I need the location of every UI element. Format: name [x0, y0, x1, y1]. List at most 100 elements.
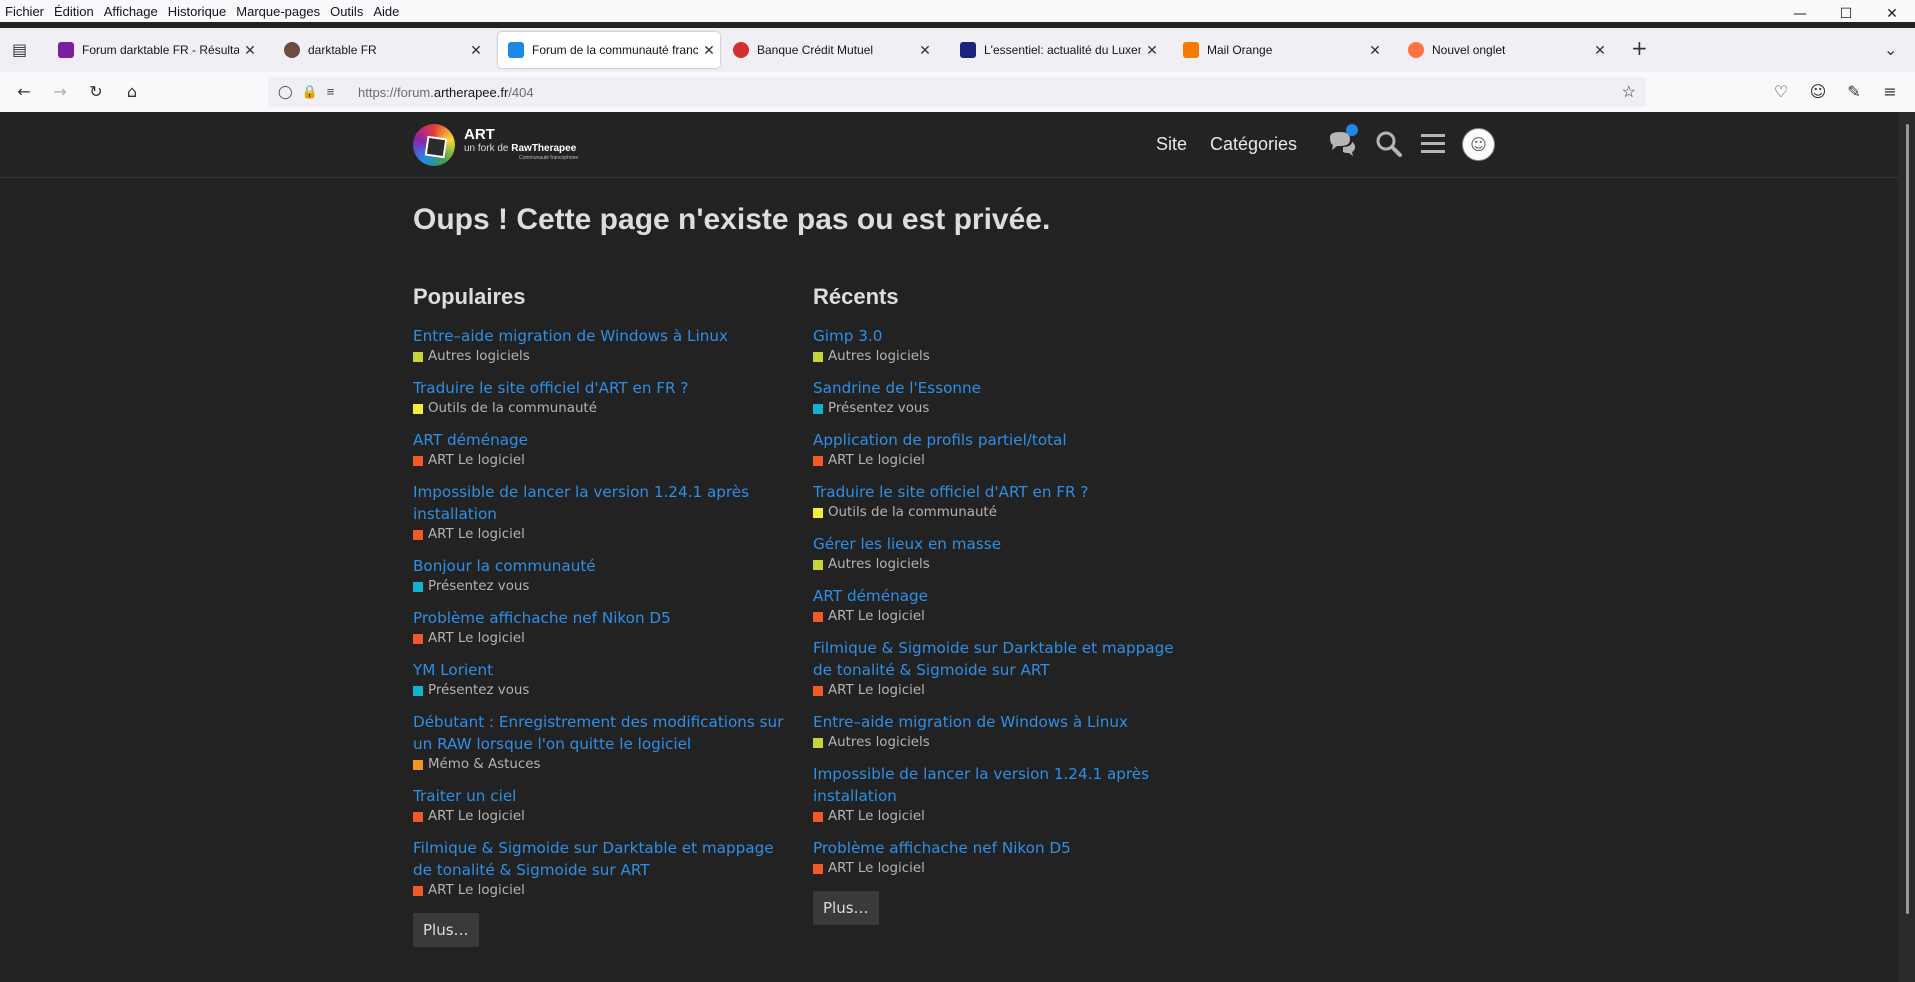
topic-link[interactable]: Entre–aide migration de Windows à Linux — [413, 325, 793, 347]
topic-link[interactable]: Traduire le site officiel d'ART en FR ? — [413, 377, 793, 399]
topic-link[interactable]: Sandrine de l'Essonne — [813, 377, 1193, 399]
topic-link[interactable]: ART déménage — [413, 429, 793, 451]
topic-link[interactable]: ART déménage — [813, 585, 1193, 607]
topic-category[interactable]: ART Le logiciel — [413, 525, 793, 544]
scrollbar-thumb[interactable] — [1906, 124, 1909, 914]
topic-item: Problème affichache nef Nikon D5 ART Le l… — [813, 837, 1193, 878]
topic-item: Filmique & Sigmoide sur Darktable et map… — [413, 837, 793, 900]
recent-more-button[interactable]: Plus… — [813, 891, 879, 925]
topic-category[interactable]: Autres logiciels — [413, 347, 793, 366]
topic-link[interactable]: Débutant : Enregistrement des modificati… — [413, 711, 793, 755]
topic-link[interactable]: Impossible de lancer la version 1.24.1 a… — [413, 481, 793, 525]
close-tab-icon[interactable]: ✕ — [465, 42, 487, 59]
category-color-swatch — [413, 581, 423, 592]
topic-link[interactable]: Problème affichache nef Nikon D5 — [413, 607, 793, 629]
window-controls: — ☐ ✕ — [1777, 0, 1915, 28]
close-tab-icon[interactable]: ✕ — [914, 42, 936, 59]
category-color-swatch — [413, 759, 423, 770]
tab-lessentiel[interactable]: L'essentiel: actualité du Luxemb ✕ — [950, 32, 1163, 68]
minimize-icon[interactable]: — — [1777, 0, 1823, 28]
forward-icon[interactable]: → — [50, 82, 70, 101]
menu-affichage[interactable]: Affichage — [99, 4, 163, 19]
close-tab-icon[interactable]: ✕ — [1589, 42, 1611, 59]
topic-category[interactable]: ART Le logiciel — [813, 607, 1193, 626]
topic-link[interactable]: Gimp 3.0 — [813, 325, 1193, 347]
topic-link[interactable]: Problème affichache nef Nikon D5 — [813, 837, 1193, 859]
home-icon[interactable]: ⌂ — [122, 82, 142, 101]
extensions-icon[interactable]: ✎ — [1844, 82, 1864, 101]
topic-category[interactable]: ART Le logiciel — [413, 451, 793, 470]
pocket-icon[interactable]: ♡ — [1771, 82, 1791, 101]
topic-link[interactable]: Application de profils partiel/total — [813, 429, 1193, 451]
new-tab-icon[interactable]: + — [1631, 36, 1648, 60]
security-icons[interactable]: ◯🔒≡ — [278, 84, 343, 100]
art-logo-icon[interactable] — [413, 124, 455, 166]
scrollbar[interactable] — [1898, 112, 1915, 982]
tab-darktable-fr[interactable]: darktable FR ✕ — [274, 32, 487, 68]
back-icon[interactable]: ← — [14, 82, 34, 101]
tab-manager-icon[interactable]: ▤ — [12, 40, 27, 59]
topic-category[interactable]: ART Le logiciel — [413, 881, 793, 900]
tab-credit-mutuel[interactable]: Banque Crédit Mutuel ✕ — [723, 32, 936, 68]
tab-mail-orange[interactable]: Mail Orange ✕ — [1173, 32, 1386, 68]
menu-aide[interactable]: Aide — [368, 4, 404, 19]
topic-category[interactable]: ART Le logiciel — [813, 681, 1193, 700]
favicon-icon — [1183, 42, 1199, 58]
topic-category[interactable]: Présentez vous — [813, 399, 1193, 418]
topic-category[interactable]: Outils de la communauté — [813, 503, 1193, 522]
user-avatar[interactable]: ☺ — [1462, 128, 1495, 161]
nav-site-link[interactable]: Site — [1156, 134, 1187, 155]
close-tab-icon[interactable]: ✕ — [1364, 42, 1386, 59]
tab-title: Banque Crédit Mutuel — [757, 43, 874, 57]
nav-categories-link[interactable]: Catégories — [1210, 134, 1297, 155]
tab-new[interactable]: Nouvel onglet ✕ — [1398, 32, 1611, 68]
topic-link[interactable]: Gérer les lieux en masse — [813, 533, 1193, 555]
menu-bar: Fichier Édition Affichage Historique Mar… — [0, 0, 1915, 22]
close-window-icon[interactable]: ✕ — [1869, 0, 1915, 28]
maximize-icon[interactable]: ☐ — [1823, 0, 1869, 28]
menu-edition[interactable]: Édition — [49, 4, 99, 19]
topic-link[interactable]: Traiter un ciel — [413, 785, 793, 807]
topic-link[interactable]: Entre–aide migration de Windows à Linux — [813, 711, 1193, 733]
url-bar[interactable]: ◯🔒≡ https://forum.artherapee.fr/404 ☆ — [268, 77, 1646, 107]
hamburger-menu-icon[interactable] — [1418, 129, 1448, 163]
tab-forum-art[interactable]: Forum de la communauté franc ✕ — [498, 32, 720, 68]
url-text[interactable]: https://forum.artherapee.fr/404 — [358, 85, 534, 100]
topic-category[interactable]: ART Le logiciel — [813, 451, 1193, 470]
search-icon[interactable] — [1374, 129, 1404, 163]
topic-link[interactable]: Bonjour la communauté — [413, 555, 793, 577]
popular-more-button[interactable]: Plus… — [413, 913, 479, 947]
close-tab-icon[interactable]: ✕ — [239, 42, 261, 59]
topic-category[interactable]: Mémo & Astuces — [413, 755, 793, 774]
topic-category[interactable]: Présentez vous — [413, 577, 793, 596]
topic-link[interactable]: Filmique & Sigmoide sur Darktable et map… — [413, 837, 793, 881]
tab-forum-darktable[interactable]: Forum darktable FR - Résultats ✕ — [48, 32, 261, 68]
menu-outils[interactable]: Outils — [325, 4, 368, 19]
topic-category[interactable]: Outils de la communauté — [413, 399, 793, 418]
topic-category[interactable]: Autres logiciels — [813, 347, 1193, 366]
menu-hamburger-icon[interactable]: ≡ — [1880, 82, 1900, 101]
close-tab-icon[interactable]: ✕ — [1141, 42, 1163, 59]
nav-bar: ← → ↻ ⌂ ◯🔒≡ https://forum.artherapee.fr/… — [0, 72, 1915, 112]
category-color-swatch — [413, 529, 423, 540]
topic-category[interactable]: Autres logiciels — [813, 733, 1193, 752]
topic-category[interactable]: Présentez vous — [413, 681, 793, 700]
topic-link[interactable]: Traduire le site officiel d'ART en FR ? — [813, 481, 1193, 503]
reload-icon[interactable]: ↻ — [86, 82, 106, 101]
category-label: Présentez vous — [428, 579, 530, 594]
topic-category[interactable]: ART Le logiciel — [813, 859, 1193, 878]
topic-category[interactable]: ART Le logiciel — [813, 807, 1193, 826]
topic-category[interactable]: ART Le logiciel — [413, 807, 793, 826]
menu-fichier[interactable]: Fichier — [0, 4, 49, 19]
menu-marque-pages[interactable]: Marque-pages — [231, 4, 325, 19]
list-all-tabs-icon[interactable]: ⌄ — [1884, 40, 1897, 59]
topic-link[interactable]: YM Lorient — [413, 659, 793, 681]
topic-category[interactable]: ART Le logiciel — [413, 629, 793, 648]
bookmark-star-icon[interactable]: ☆ — [1622, 82, 1636, 102]
topic-category[interactable]: Autres logiciels — [813, 555, 1193, 574]
topic-link[interactable]: Impossible de lancer la version 1.24.1 a… — [813, 763, 1193, 807]
account-icon[interactable]: ☺ — [1808, 82, 1828, 101]
menu-historique[interactable]: Historique — [163, 4, 232, 19]
topic-link[interactable]: Filmique & Sigmoide sur Darktable et map… — [813, 637, 1193, 681]
close-tab-icon[interactable]: ✕ — [698, 42, 720, 59]
